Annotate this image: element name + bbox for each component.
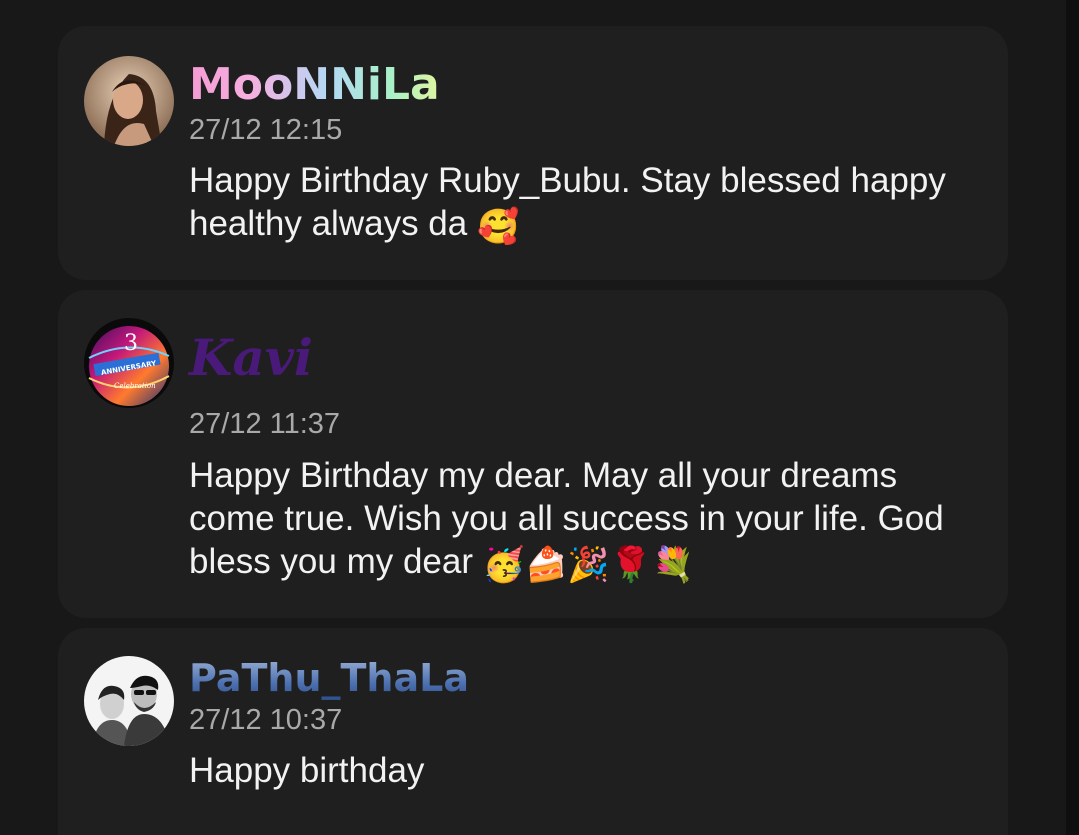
comment-card: PaThu_ThaLa 27/12 10:37 Happy birthday: [58, 628, 1008, 835]
comment-card: MooNNiLa 27/12 12:15 Happy Birthday Ruby…: [58, 26, 1008, 280]
badge-number: 3: [124, 331, 138, 356]
two-men-sketch-icon: [84, 656, 174, 746]
comments-feed: MooNNiLa 27/12 12:15 Happy Birthday Ruby…: [0, 0, 1079, 835]
scrollbar-track[interactable]: [1066, 0, 1079, 835]
comment-card: 3 ANNIVERSARY Celebration Kavi 27/12 11:…: [58, 290, 1008, 618]
avatar[interactable]: 3 ANNIVERSARY Celebration: [84, 318, 174, 408]
username[interactable]: MooNNiLa: [189, 59, 440, 110]
celebration-emojis: 🥳🍰🎉🌹💐: [482, 546, 695, 584]
anniversary-badge-icon: 3 ANNIVERSARY Celebration: [84, 318, 174, 408]
comment-text: Happy Birthday Ruby_Bubu. Stay blessed h…: [189, 159, 979, 245]
badge-script-text: Celebration: [114, 382, 156, 390]
timestamp: 27/12 10:37: [189, 704, 343, 736]
comment-text: Happy birthday: [189, 749, 979, 792]
comment-text: Happy Birthday my dear. May all your dre…: [189, 454, 979, 583]
avatar[interactable]: [84, 656, 174, 746]
timestamp: 27/12 11:37: [189, 408, 341, 440]
comment-text-body: Happy Birthday Ruby_Bubu. Stay blessed h…: [189, 161, 946, 243]
timestamp: 27/12 12:15: [189, 114, 343, 146]
username[interactable]: PaThu_ThaLa: [189, 656, 469, 700]
username[interactable]: Kavi: [189, 328, 313, 387]
smiling-face-with-hearts-emoji: 🥰: [476, 208, 520, 246]
woman-portrait-icon: [84, 56, 174, 146]
comment-text-body: Happy birthday: [189, 751, 425, 790]
avatar[interactable]: [84, 56, 174, 146]
